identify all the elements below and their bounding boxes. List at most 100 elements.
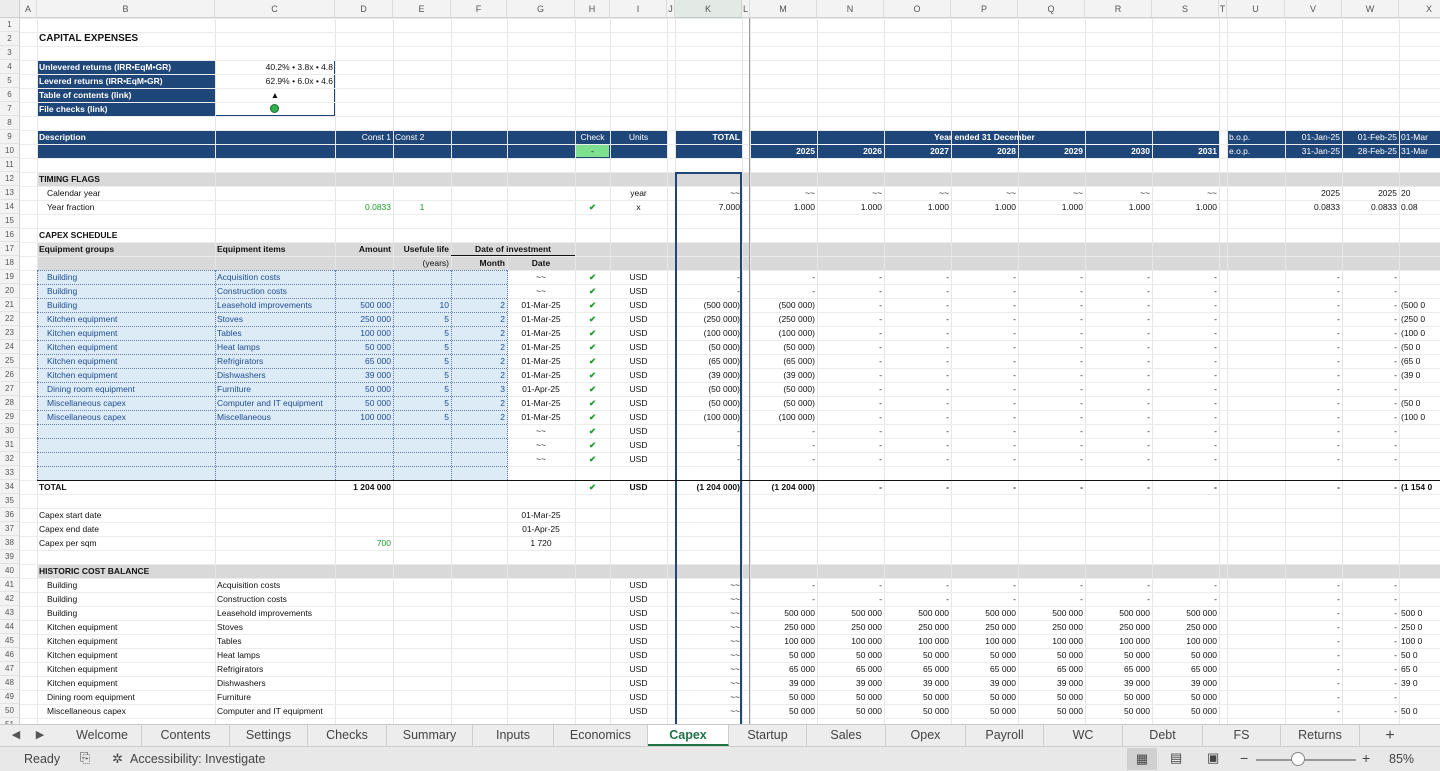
- cell[interactable]: (1 204 000): [750, 480, 817, 494]
- cell[interactable]: 2: [451, 340, 507, 354]
- cell[interactable]: (50 0: [1399, 396, 1440, 410]
- cell[interactable]: 39 000: [1018, 676, 1085, 690]
- cell[interactable]: (65 000): [750, 354, 817, 368]
- cell[interactable]: USD: [610, 368, 667, 382]
- cell[interactable]: -: [817, 312, 884, 326]
- cell[interactable]: Kitchen equipment: [37, 368, 215, 382]
- cell[interactable]: -: [884, 270, 951, 284]
- cell[interactable]: -: [1085, 480, 1152, 494]
- cell[interactable]: [215, 424, 335, 438]
- cell[interactable]: -: [951, 424, 1018, 438]
- cell[interactable]: 250 000: [1018, 620, 1085, 634]
- cell[interactable]: 250 000: [750, 620, 817, 634]
- cell[interactable]: USD: [610, 690, 667, 704]
- cell[interactable]: USD: [610, 284, 667, 298]
- cell[interactable]: -: [1085, 438, 1152, 452]
- cell[interactable]: 0.0833: [1342, 200, 1399, 214]
- cell[interactable]: -: [1342, 662, 1399, 676]
- cell[interactable]: -: [1285, 662, 1342, 676]
- cell[interactable]: [393, 452, 451, 466]
- cell[interactable]: -: [1152, 592, 1219, 606]
- cell[interactable]: -: [750, 452, 817, 466]
- cell[interactable]: Amount: [335, 242, 393, 256]
- cell[interactable]: ~~: [817, 186, 884, 200]
- cell[interactable]: Construction costs: [215, 592, 335, 606]
- cell[interactable]: 39 000: [817, 676, 884, 690]
- cell[interactable]: USD: [610, 354, 667, 368]
- row-header[interactable]: 49: [0, 690, 20, 704]
- cell[interactable]: -: [575, 144, 610, 158]
- cell[interactable]: [393, 284, 451, 298]
- column-header[interactable]: X: [1399, 0, 1440, 18]
- row-header[interactable]: 40: [0, 564, 20, 578]
- cell[interactable]: -: [675, 270, 742, 284]
- cell[interactable]: [1399, 424, 1440, 438]
- cell[interactable]: [393, 424, 451, 438]
- cell[interactable]: USD: [610, 438, 667, 452]
- cell[interactable]: 50 000: [1152, 704, 1219, 718]
- cell[interactable]: -: [884, 312, 951, 326]
- cell[interactable]: 500 000: [884, 606, 951, 620]
- cell[interactable]: 50 000: [951, 690, 1018, 704]
- cell[interactable]: 5: [393, 354, 451, 368]
- cell[interactable]: [451, 452, 507, 466]
- cell[interactable]: 50 0: [1399, 704, 1440, 718]
- corner-select-all[interactable]: [0, 0, 20, 18]
- cell[interactable]: Construction costs: [215, 284, 335, 298]
- cell[interactable]: ~~: [507, 452, 575, 466]
- cell[interactable]: -: [1342, 690, 1399, 704]
- cell[interactable]: -: [1085, 326, 1152, 340]
- cell[interactable]: -: [1285, 606, 1342, 620]
- cell[interactable]: -: [675, 452, 742, 466]
- cell[interactable]: -: [817, 438, 884, 452]
- cell[interactable]: -: [1285, 312, 1342, 326]
- cell[interactable]: 01-Apr-25: [507, 522, 575, 536]
- add-sheet-button[interactable]: +: [1360, 725, 1420, 746]
- cell[interactable]: -: [817, 326, 884, 340]
- cell[interactable]: -: [1342, 326, 1399, 340]
- cell[interactable]: -: [1342, 340, 1399, 354]
- cell[interactable]: ~~: [507, 424, 575, 438]
- cell[interactable]: Acquisition costs: [215, 578, 335, 592]
- cell[interactable]: (65 000): [675, 354, 742, 368]
- cell[interactable]: ✔: [575, 438, 610, 452]
- cell[interactable]: 01-Mar-25: [507, 508, 575, 522]
- cell[interactable]: -: [1342, 298, 1399, 312]
- row-header[interactable]: 20: [0, 284, 20, 298]
- cell[interactable]: 250 000: [951, 620, 1018, 634]
- cell[interactable]: USD: [610, 298, 667, 312]
- cell[interactable]: (100 000): [750, 410, 817, 424]
- cell[interactable]: -: [1085, 592, 1152, 606]
- tab-capex[interactable]: Capex: [648, 725, 729, 746]
- column-header[interactable]: U: [1227, 0, 1285, 18]
- tab-settings[interactable]: Settings: [230, 725, 308, 746]
- cell[interactable]: 50 000: [884, 690, 951, 704]
- row-header[interactable]: 50: [0, 704, 20, 718]
- cell[interactable]: ~~: [675, 690, 742, 704]
- cell[interactable]: 250 000: [1085, 620, 1152, 634]
- cell[interactable]: 100 000: [1152, 634, 1219, 648]
- cell[interactable]: Kitchen equipment: [37, 676, 215, 690]
- cell[interactable]: (39 0: [1399, 368, 1440, 382]
- cell[interactable]: 250 000: [817, 620, 884, 634]
- cell[interactable]: -: [1285, 634, 1342, 648]
- cell[interactable]: -: [951, 410, 1018, 424]
- cell[interactable]: -: [951, 452, 1018, 466]
- cell[interactable]: ~~: [675, 578, 742, 592]
- cell[interactable]: 1: [393, 200, 451, 214]
- cell[interactable]: -: [1018, 592, 1085, 606]
- row-header[interactable]: 42: [0, 592, 20, 606]
- cell[interactable]: Kitchen equipment: [37, 312, 215, 326]
- row-header[interactable]: 38: [0, 536, 20, 550]
- tab-debt[interactable]: Debt: [1123, 725, 1203, 746]
- cell[interactable]: USD: [610, 634, 667, 648]
- cell[interactable]: 2026: [817, 144, 884, 158]
- cell[interactable]: (50 000): [750, 382, 817, 396]
- cell[interactable]: 100 000: [1085, 634, 1152, 648]
- cell[interactable]: 65 000: [1152, 662, 1219, 676]
- column-header[interactable]: R: [1085, 0, 1152, 18]
- cell[interactable]: -: [951, 438, 1018, 452]
- cell[interactable]: -: [1342, 676, 1399, 690]
- cell[interactable]: ~~: [1152, 186, 1219, 200]
- column-header[interactable]: N: [817, 0, 884, 18]
